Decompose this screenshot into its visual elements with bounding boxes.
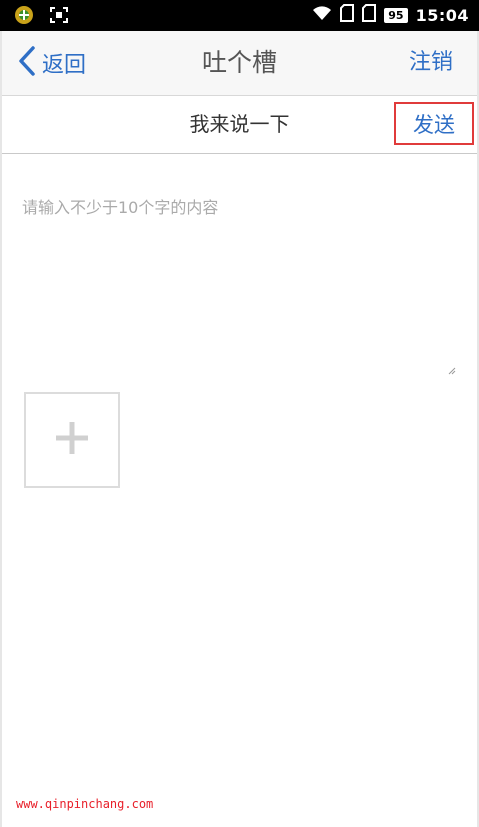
wifi-icon (312, 5, 332, 25)
screenshot-icon (50, 7, 68, 27)
plus-icon (54, 420, 90, 460)
compose-header: 我来说一下 发送 (0, 96, 479, 154)
logout-button[interactable]: 注销 (409, 31, 453, 95)
app-notification-icon (14, 5, 34, 29)
sim2-signal-icon (362, 4, 377, 26)
navigation-bar: 返回 吐个槽 注销 (0, 31, 479, 96)
content-input-container (12, 170, 458, 375)
clock: 15:04 (415, 5, 469, 25)
content-input[interactable] (12, 170, 458, 370)
status-bar: 95 15:04 (0, 0, 479, 31)
resize-handle-icon[interactable] (448, 360, 456, 375)
page-title: 吐个槽 (201, 48, 277, 77)
add-image-button[interactable] (24, 392, 120, 488)
send-button[interactable]: 发送 (394, 102, 474, 145)
left-edge-divider (0, 31, 2, 827)
sim1-signal-icon (340, 4, 355, 26)
watermark: www.qinpinchang.com (16, 797, 154, 811)
battery-level: 95 (384, 7, 408, 23)
